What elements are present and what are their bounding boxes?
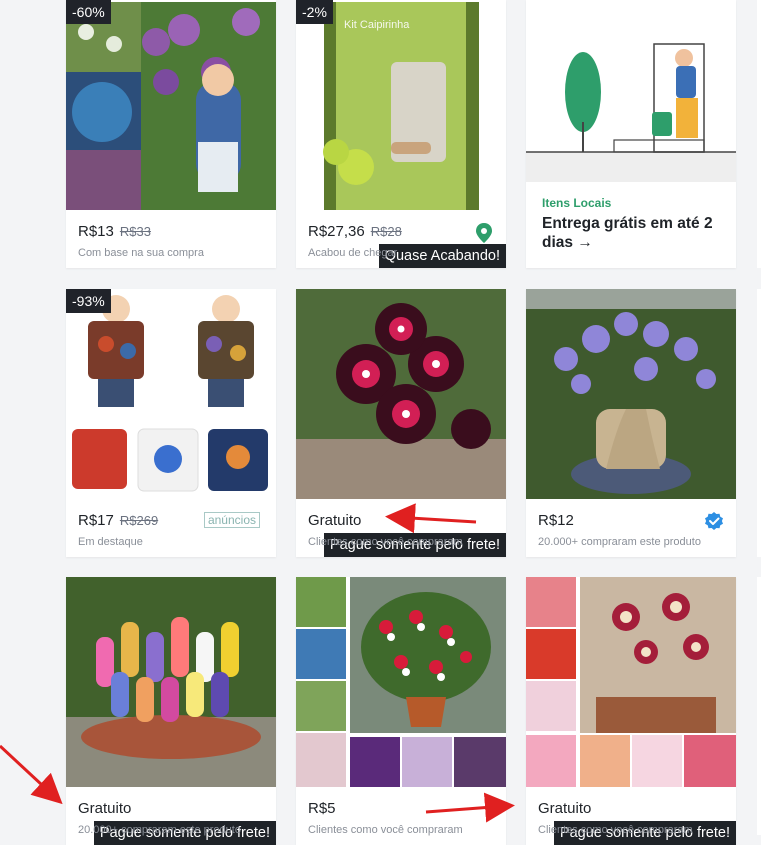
local-items-kicker: Itens Locais: [542, 196, 612, 210]
product-image[interactable]: [526, 577, 736, 787]
product-subtitle: Em destaque: [78, 536, 143, 548]
price: Gratuito: [78, 799, 132, 817]
price: R$5: [308, 799, 336, 817]
product-image[interactable]: [526, 289, 736, 499]
next-column-peek: [757, 0, 761, 268]
product-card-hyacinth[interactable]: Pague somente pelo frete! Gratuito 20.00…: [66, 577, 276, 845]
product-subtitle: 20.000+ compraram este produto: [538, 536, 701, 548]
product-image[interactable]: [66, 2, 276, 210]
local-items-title[interactable]: Entrega grátis em até 2 dias →: [542, 214, 726, 252]
product-subtitle: Clientes como você compraram: [538, 824, 693, 836]
price: R$17: [78, 511, 114, 529]
product-card-kids-tshirts[interactable]: -93% R$17 R$269 anúncios Em destaque: [66, 289, 276, 557]
product-image[interactable]: [296, 289, 506, 499]
product-subtitle: 20.000+ compraram este produto: [78, 824, 241, 836]
location-pin-icon: [474, 222, 494, 249]
product-subtitle: Acabou de chegar: [308, 247, 398, 259]
discount-badge: -93%: [66, 289, 111, 313]
product-card-desert-rose[interactable]: Pague somente pelo frete! Gratuito Clien…: [296, 289, 506, 557]
product-card-fuchsia[interactable]: R$5 Clientes como você compraram: [296, 577, 506, 845]
product-subtitle: Com base na sua compra: [78, 247, 204, 259]
verified-check-icon: [704, 511, 724, 536]
next-column-peek: [757, 289, 761, 557]
product-image[interactable]: Kit Caipirinha: [296, 2, 506, 210]
discount-badge: -60%: [66, 0, 111, 24]
product-card-caipirinha-kit[interactable]: Kit Caipirinha -2% Quase Acabando! R$27,…: [296, 0, 506, 268]
product-card-allium[interactable]: -60% R$13 R$33 Com base na sua compra: [66, 0, 276, 268]
product-card-purple-adenium[interactable]: R$12 20.000+ compraram este produto: [526, 289, 736, 557]
local-delivery-illustration: [526, 2, 736, 210]
price: R$13: [78, 222, 114, 240]
product-card-amaryllis[interactable]: Pague somente pelo frete! Gratuito Clien…: [526, 577, 736, 845]
old-price: R$269: [119, 512, 159, 528]
product-image[interactable]: [66, 289, 276, 499]
old-price: R$28: [370, 223, 402, 239]
price: R$12: [538, 511, 574, 529]
product-image[interactable]: [296, 577, 506, 787]
product-image[interactable]: [66, 577, 276, 787]
discount-badge: -2%: [296, 0, 333, 24]
product-subtitle: Clientes como você compraram: [308, 824, 463, 836]
price: Gratuito: [308, 511, 362, 529]
price: Gratuito: [538, 799, 592, 817]
local-items-card[interactable]: Itens Locais Entrega grátis em até 2 dia…: [526, 0, 736, 268]
next-column-peek: [757, 577, 761, 835]
arrow-right-icon: →: [577, 234, 593, 251]
ads-tag: anúncios: [203, 512, 260, 528]
old-price: R$33: [119, 223, 151, 239]
price: R$27,36: [308, 222, 365, 240]
package-label: Kit Caipirinha: [344, 19, 410, 31]
product-subtitle: Clientes como você compraram: [308, 536, 463, 548]
